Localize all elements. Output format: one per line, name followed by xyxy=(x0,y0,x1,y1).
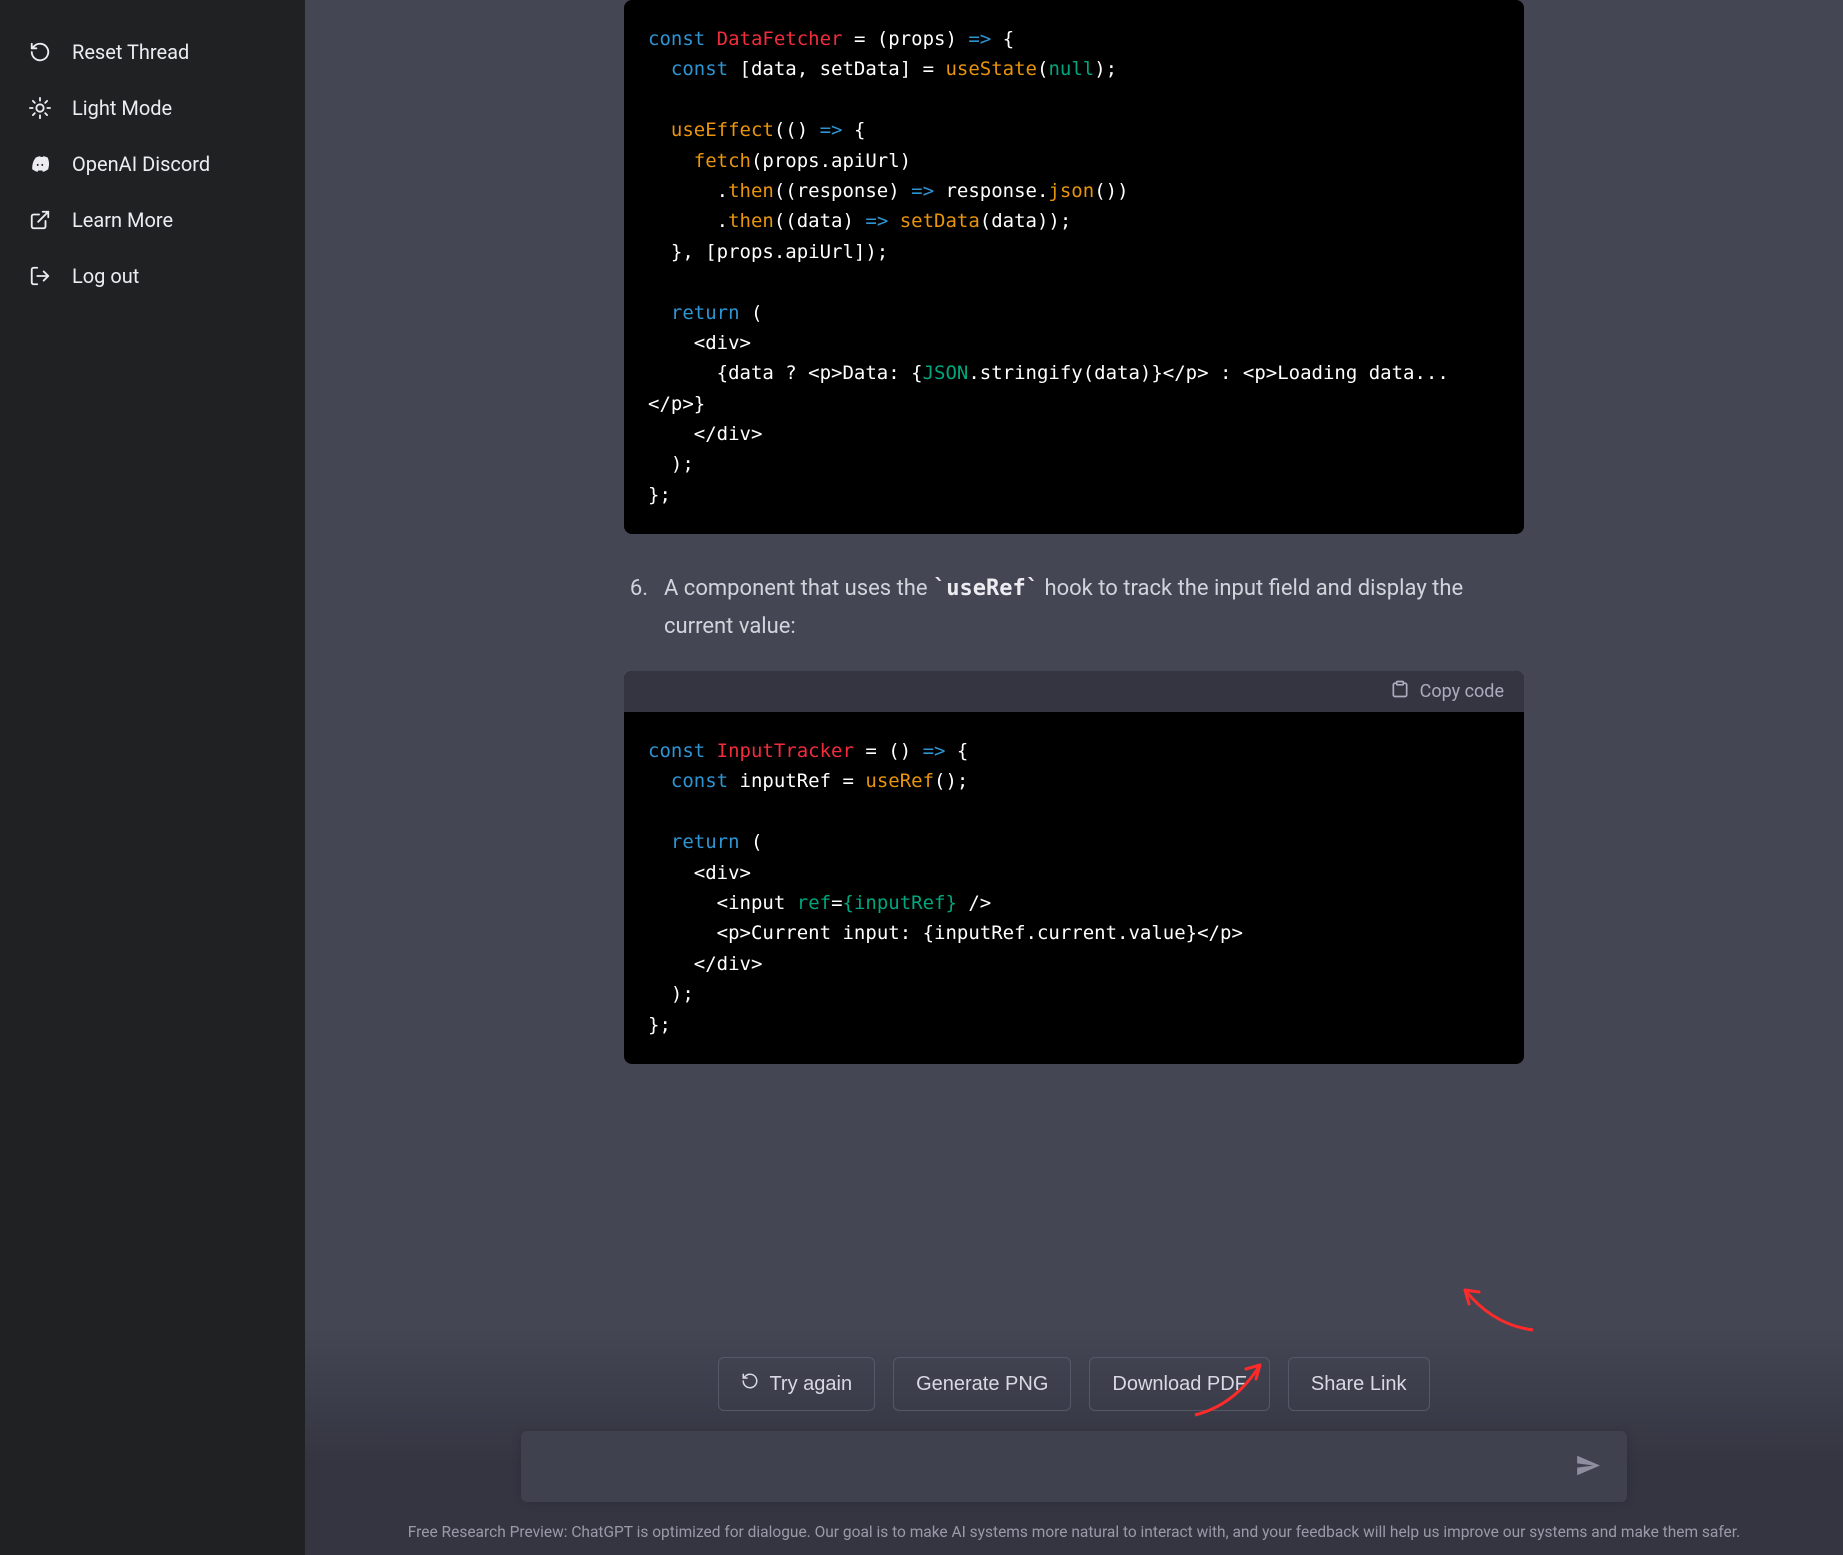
external-link-icon xyxy=(28,209,52,231)
sidebar-item-label: Learn More xyxy=(72,208,173,232)
generate-png-label: Generate PNG xyxy=(916,1373,1048,1396)
code-content: const DataFetcher = (props) => { const [… xyxy=(624,0,1524,534)
reset-icon xyxy=(28,41,52,63)
share-link-label: Share Link xyxy=(1311,1373,1407,1396)
main-area: const DataFetcher = (props) => { const [… xyxy=(305,0,1843,1555)
action-row: Try again Generate PNG Download PDF Shar… xyxy=(305,1357,1843,1411)
code-content: const InputTracker = () => { const input… xyxy=(624,712,1524,1064)
code-block-datafetcher: const DataFetcher = (props) => { const [… xyxy=(624,0,1524,534)
sidebar-item-label: OpenAI Discord xyxy=(72,152,210,176)
send-icon xyxy=(1575,1466,1601,1481)
clipboard-icon xyxy=(1390,679,1410,704)
share-link-button[interactable]: Share Link xyxy=(1288,1357,1430,1411)
sidebar-item-label: Light Mode xyxy=(72,96,172,120)
copy-code-button[interactable]: Copy code xyxy=(624,671,1524,712)
sidebar-item-learn-more[interactable]: Learn More xyxy=(20,192,285,248)
download-pdf-button[interactable]: Download PDF xyxy=(1089,1357,1270,1411)
sidebar-item-reset-thread[interactable]: Reset Thread xyxy=(20,24,285,80)
chat-input[interactable] xyxy=(521,1431,1627,1502)
download-pdf-label: Download PDF xyxy=(1112,1373,1247,1396)
discord-icon xyxy=(28,153,52,175)
send-button[interactable] xyxy=(1569,1446,1607,1487)
sidebar-item-light-mode[interactable]: Light Mode xyxy=(20,80,285,136)
list-text: A component that uses the `useRef` hook … xyxy=(664,570,1524,645)
assistant-message: const DataFetcher = (props) => { const [… xyxy=(574,0,1574,1064)
chat-scroll[interactable]: const DataFetcher = (props) => { const [… xyxy=(305,0,1843,1327)
list-marker: 6. xyxy=(624,570,648,645)
sidebar: Reset Thread Light Mode OpenAI Discord L… xyxy=(0,0,305,1555)
list-item-6: 6. A component that uses the `useRef` ho… xyxy=(624,570,1524,645)
disclaimer-text: Free Research Preview: ChatGPT is optimi… xyxy=(305,1514,1843,1555)
sidebar-item-openai-discord[interactable]: OpenAI Discord xyxy=(20,136,285,192)
chat-input-wrap xyxy=(501,1431,1647,1502)
sidebar-item-log-out[interactable]: Log out xyxy=(20,248,285,304)
try-again-label: Try again xyxy=(769,1373,852,1396)
sidebar-item-label: Reset Thread xyxy=(72,40,189,64)
copy-code-label: Copy code xyxy=(1420,681,1504,702)
generate-png-button[interactable]: Generate PNG xyxy=(893,1357,1071,1411)
try-again-button[interactable]: Try again xyxy=(718,1357,875,1411)
code-block-inputtracker: Copy code const InputTracker = () => { c… xyxy=(624,671,1524,1064)
inline-code-useRef: `useRef` xyxy=(933,576,1039,601)
sun-icon xyxy=(28,97,52,119)
sidebar-item-label: Log out xyxy=(72,264,139,288)
bottom-panel: Try again Generate PNG Download PDF Shar… xyxy=(305,1327,1843,1555)
retry-icon xyxy=(741,1372,759,1396)
logout-icon xyxy=(28,265,52,287)
